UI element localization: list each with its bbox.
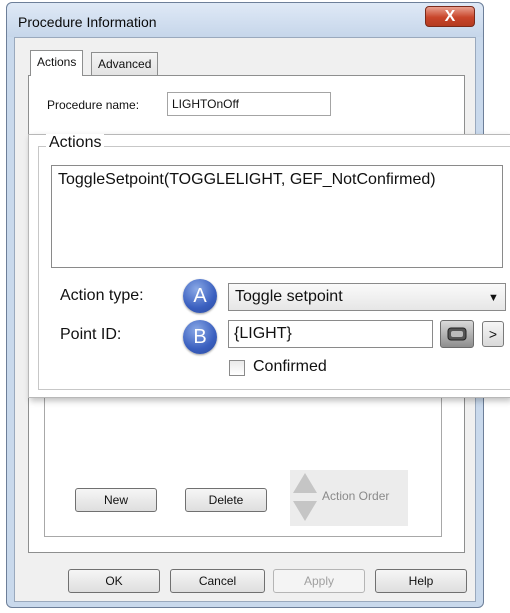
action-order-label: Action Order — [322, 489, 390, 503]
cancel-button[interactable]: Cancel — [170, 569, 265, 593]
callout-badge-a: A — [183, 279, 217, 313]
procedure-name-label: Procedure name: — [47, 98, 140, 112]
more-button[interactable]: > — [482, 321, 504, 347]
arrow-up-icon — [293, 473, 317, 493]
chevron-down-icon[interactable]: ▼ — [488, 292, 499, 304]
arrow-down-icon — [293, 501, 317, 521]
point-id-label: Point ID: — [60, 326, 122, 343]
confirmed-label[interactable]: Confirmed — [253, 358, 327, 376]
confirmed-checkbox[interactable] — [229, 360, 245, 376]
actions-group-title: Actions — [46, 134, 105, 152]
close-button[interactable]: X — [425, 6, 475, 27]
tab-actions[interactable]: Actions — [30, 50, 84, 76]
window-title: Procedure Information — [18, 14, 157, 30]
delete-button[interactable]: Delete — [185, 488, 267, 512]
point-browser-icon — [447, 327, 467, 341]
new-button[interactable]: New — [75, 488, 157, 512]
action-type-label: Action type: — [60, 287, 144, 304]
action-type-select[interactable]: Toggle setpoint — [228, 283, 506, 311]
point-id-input[interactable]: {LIGHT} — [228, 320, 433, 348]
close-icon: X — [444, 8, 456, 25]
ok-button[interactable]: OK — [68, 569, 160, 593]
callout-badge-b: B — [183, 320, 217, 354]
procedure-name-input[interactable]: LIGHTOnOff — [167, 92, 331, 116]
help-button[interactable]: Help — [375, 569, 467, 593]
apply-button[interactable]: Apply — [273, 569, 365, 593]
actions-textbox[interactable]: ToggleSetpoint(TOGGLELIGHT, GEF_NotConfi… — [51, 165, 503, 268]
point-browse-button[interactable] — [440, 320, 474, 348]
tab-advanced[interactable]: Advanced — [91, 52, 159, 76]
